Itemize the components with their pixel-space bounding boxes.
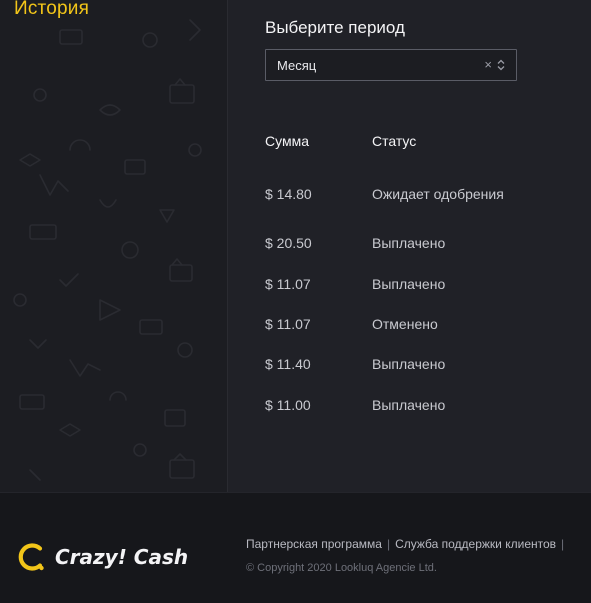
link-separator: | bbox=[386, 537, 391, 551]
row-status: Выплачено bbox=[372, 356, 446, 372]
row-amount: $ 11.07 bbox=[265, 276, 311, 292]
support-link[interactable]: Служба поддержки клиентов bbox=[395, 537, 556, 551]
row-amount: $ 11.40 bbox=[265, 356, 311, 372]
footer: Crazy! Cash Партнерская программа | Служба… bbox=[0, 492, 591, 603]
period-select-value: Месяц bbox=[277, 58, 317, 73]
footer-links: Партнерская программа | Служба поддержки к… bbox=[246, 537, 569, 551]
row-status: Ожидает одобрения bbox=[372, 186, 504, 202]
doodle-pattern bbox=[13, 19, 202, 481]
period-select[interactable]: Месяц × bbox=[265, 49, 517, 81]
table-row: $ 11.07 Отменено bbox=[228, 316, 591, 336]
row-amount: $ 14.80 bbox=[265, 186, 312, 202]
brand-name: Crazy! Cash bbox=[55, 545, 189, 569]
table-row: $ 11.00 Выплачено bbox=[228, 397, 591, 417]
clear-icon[interactable]: × bbox=[484, 58, 492, 72]
page: История Выберите период Месяц × Сумма Ст… bbox=[0, 0, 591, 603]
row-status: Выплачено bbox=[372, 235, 446, 251]
brand-c-icon bbox=[18, 543, 44, 571]
link-separator: | bbox=[561, 537, 565, 551]
row-amount: $ 11.00 bbox=[265, 397, 311, 413]
copyright-text: © Copyright 2020 Lookluq Agencie Ltd. bbox=[246, 562, 437, 574]
table-row: $ 11.40 Выплачено bbox=[228, 356, 591, 376]
row-status: Выплачено bbox=[372, 276, 446, 292]
row-amount: $ 20.50 bbox=[265, 235, 312, 251]
row-amount: $ 11.07 bbox=[265, 316, 311, 332]
table-row: $ 20.50 Выплачено bbox=[228, 235, 591, 255]
history-content: Выберите период Месяц × Сумма Статус $ 1… bbox=[228, 0, 591, 492]
table-row: $ 11.07 Выплачено bbox=[228, 276, 591, 296]
column-header-amount: Сумма bbox=[265, 133, 309, 149]
table-row: $ 14.80 Ожидает одобрения bbox=[228, 186, 591, 206]
decorative-pattern-panel: История bbox=[0, 0, 228, 492]
row-status: Выплачено bbox=[372, 397, 446, 413]
period-label: Выберите период bbox=[265, 18, 405, 37]
partner-program-link[interactable]: Партнерская программа bbox=[246, 537, 382, 551]
updown-chevron-icon[interactable] bbox=[497, 59, 505, 71]
page-title: История bbox=[14, 0, 90, 19]
column-header-status: Статус bbox=[372, 133, 417, 149]
row-status: Отменено bbox=[372, 316, 438, 332]
